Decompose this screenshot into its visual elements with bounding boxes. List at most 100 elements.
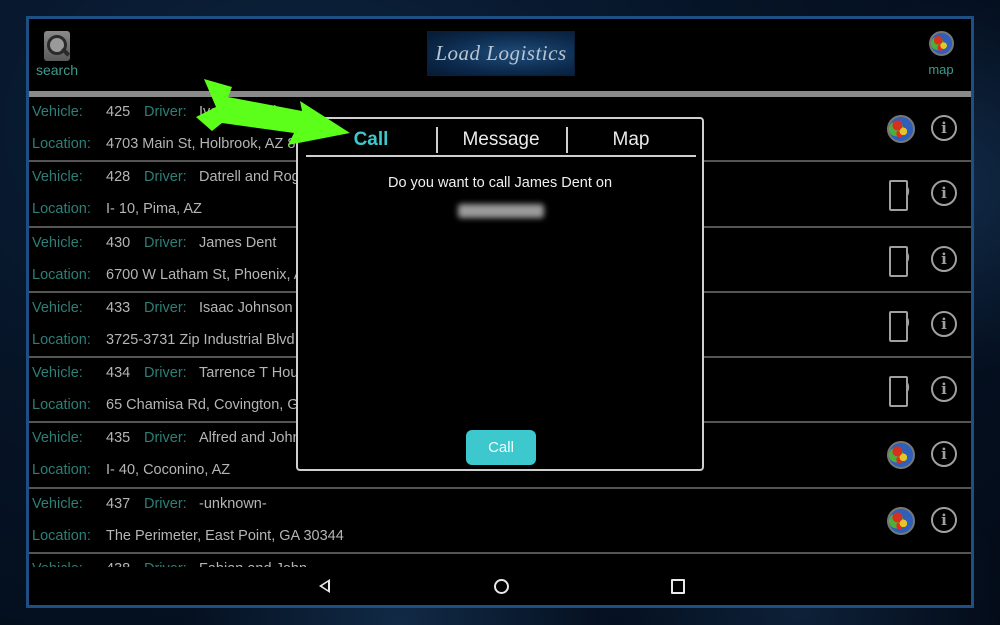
location-label: Location: bbox=[32, 527, 91, 544]
driver-name: Tarrence T Hou bbox=[199, 365, 299, 382]
tab-call[interactable]: Call bbox=[306, 125, 436, 155]
info-icon: i bbox=[931, 376, 957, 403]
vehicle-line: Vehicle: 437 Driver: -unknown- bbox=[32, 496, 267, 512]
vehicle-label: Vehicle: bbox=[32, 495, 83, 512]
phone-number-redacted: (redacted) bbox=[458, 204, 544, 218]
location-value: The Perimeter, East Point, GA 30344 bbox=[106, 527, 344, 544]
globe-icon bbox=[887, 506, 915, 535]
vehicle-label: Vehicle: bbox=[32, 430, 83, 447]
driver-name: Isaac Johnson bbox=[199, 299, 293, 316]
location-label: Location: bbox=[32, 136, 91, 152]
dialog-tabs: Call Message Map bbox=[306, 125, 696, 157]
map-location-button[interactable] bbox=[887, 115, 915, 143]
location-label: Location: bbox=[32, 266, 91, 283]
phone-icon bbox=[887, 310, 915, 342]
driver-label: Driver: bbox=[144, 365, 187, 382]
recents-icon[interactable] bbox=[667, 576, 687, 596]
vehicle-line: Vehicle: 434 Driver: Tarrence T Hou bbox=[32, 365, 298, 381]
vehicle-line: Vehicle: 435 Driver: Alfred and John bbox=[32, 430, 301, 446]
location-value: I- 40, Coconino, AZ bbox=[106, 462, 231, 479]
location-value: 6700 W Latham St, Phoenix, A bbox=[106, 266, 304, 283]
tab-map[interactable]: Map bbox=[566, 125, 696, 155]
vehicle-label: Vehicle: bbox=[32, 234, 83, 251]
driver-name: Ivan Delgado bbox=[199, 104, 285, 120]
location-value: 3725-3731 Zip Industrial Blvd bbox=[106, 331, 295, 348]
vehicle-number: 425 bbox=[106, 104, 131, 120]
vehicle-label: Vehicle: bbox=[32, 104, 83, 120]
call-button[interactable]: Call bbox=[466, 430, 536, 465]
info-icon: i bbox=[931, 441, 957, 468]
map-button[interactable]: map bbox=[921, 31, 961, 77]
vehicle-number: 435 bbox=[106, 430, 131, 447]
map-label: map bbox=[928, 62, 954, 77]
phone-icon bbox=[887, 376, 915, 408]
info-button[interactable]: i bbox=[931, 441, 959, 469]
vehicle-number: 437 bbox=[106, 495, 131, 512]
contact-dialog: Call Message Map Do you want to call Jam… bbox=[296, 117, 704, 471]
driver-label: Driver: bbox=[144, 234, 187, 251]
driver-label: Driver: bbox=[144, 104, 187, 120]
driver-name: James Dent bbox=[199, 234, 277, 251]
phone-icon bbox=[887, 180, 915, 212]
vehicle-number: 434 bbox=[106, 365, 131, 382]
info-icon: i bbox=[931, 115, 957, 141]
vehicle-line: Vehicle: 428 Driver: Datrell and Rog bbox=[32, 169, 300, 185]
vehicle-number: 428 bbox=[106, 169, 131, 186]
info-icon: i bbox=[931, 310, 957, 337]
driver-name: -unknown- bbox=[199, 495, 267, 512]
vehicle-line: Vehicle: 433 Driver: Isaac Johnson bbox=[32, 300, 293, 316]
info-button[interactable]: i bbox=[931, 245, 959, 274]
location-line: Location: 4703 Main St, Holbrook, AZ 8 bbox=[32, 136, 295, 152]
call-prompt: Do you want to call James Dent on bbox=[387, 175, 613, 191]
location-label: Location: bbox=[32, 201, 91, 218]
location-value: 4703 Main St, Holbrook, AZ 8 bbox=[106, 136, 296, 152]
android-nav-bar bbox=[29, 567, 971, 605]
search-icon bbox=[44, 31, 70, 61]
vehicle-number: 430 bbox=[106, 234, 131, 251]
call-driver-button[interactable] bbox=[887, 180, 915, 212]
info-icon: i bbox=[931, 506, 957, 533]
driver-label: Driver: bbox=[144, 169, 187, 186]
vehicle-label: Vehicle: bbox=[32, 299, 83, 316]
tab-message[interactable]: Message bbox=[436, 125, 566, 155]
vehicle-line: Vehicle: 430 Driver: James Dent bbox=[32, 235, 276, 251]
call-driver-button[interactable] bbox=[887, 310, 915, 342]
info-button[interactable]: i bbox=[931, 506, 959, 535]
location-value: 65 Chamisa Rd, Covington, G bbox=[106, 397, 299, 414]
vehicle-label: Vehicle: bbox=[32, 169, 83, 186]
driver-label: Driver: bbox=[144, 299, 187, 316]
info-button[interactable]: i bbox=[931, 376, 959, 404]
info-button[interactable]: i bbox=[931, 115, 959, 143]
location-line: Location: I- 10, Pima, AZ bbox=[32, 201, 202, 217]
call-driver-button[interactable] bbox=[887, 376, 915, 408]
location-label: Location: bbox=[32, 462, 91, 479]
back-icon[interactable] bbox=[315, 576, 335, 596]
phone-icon bbox=[887, 245, 915, 277]
info-button[interactable]: i bbox=[931, 310, 959, 339]
info-icon: i bbox=[931, 180, 957, 207]
app-logo: Load Logistics bbox=[427, 31, 575, 76]
vehicle-line: Vehicle: 425 Driver: Ivan Delgado bbox=[32, 104, 284, 120]
location-line: Location: 65 Chamisa Rd, Covington, G bbox=[32, 397, 299, 413]
location-label: Location: bbox=[32, 397, 91, 414]
map-location-button[interactable] bbox=[887, 441, 915, 470]
vehicle-row[interactable]: Vehicle: 437 Driver: -unknown- Location: The… bbox=[29, 489, 971, 555]
globe-icon bbox=[928, 31, 954, 56]
search-button[interactable]: search bbox=[32, 31, 82, 78]
location-line: Location: The Perimeter, East Point, GA 3… bbox=[32, 528, 344, 544]
top-bar: search Load Logistics map bbox=[29, 19, 971, 93]
driver-label: Driver: bbox=[144, 495, 187, 512]
globe-icon bbox=[887, 441, 915, 470]
driver-name: Alfred and John bbox=[199, 430, 301, 447]
home-icon[interactable] bbox=[491, 576, 511, 596]
driver-label: Driver: bbox=[144, 430, 187, 447]
vehicle-label: Vehicle: bbox=[32, 365, 83, 382]
vehicle-number: 433 bbox=[106, 299, 131, 316]
map-location-button[interactable] bbox=[887, 506, 915, 535]
location-line: Location: I- 40, Coconino, AZ bbox=[32, 462, 230, 478]
location-label: Location: bbox=[32, 331, 91, 348]
location-value: I- 10, Pima, AZ bbox=[106, 201, 202, 218]
driver-name: Datrell and Rog bbox=[199, 169, 300, 186]
call-driver-button[interactable] bbox=[887, 245, 915, 277]
info-button[interactable]: i bbox=[931, 180, 959, 208]
